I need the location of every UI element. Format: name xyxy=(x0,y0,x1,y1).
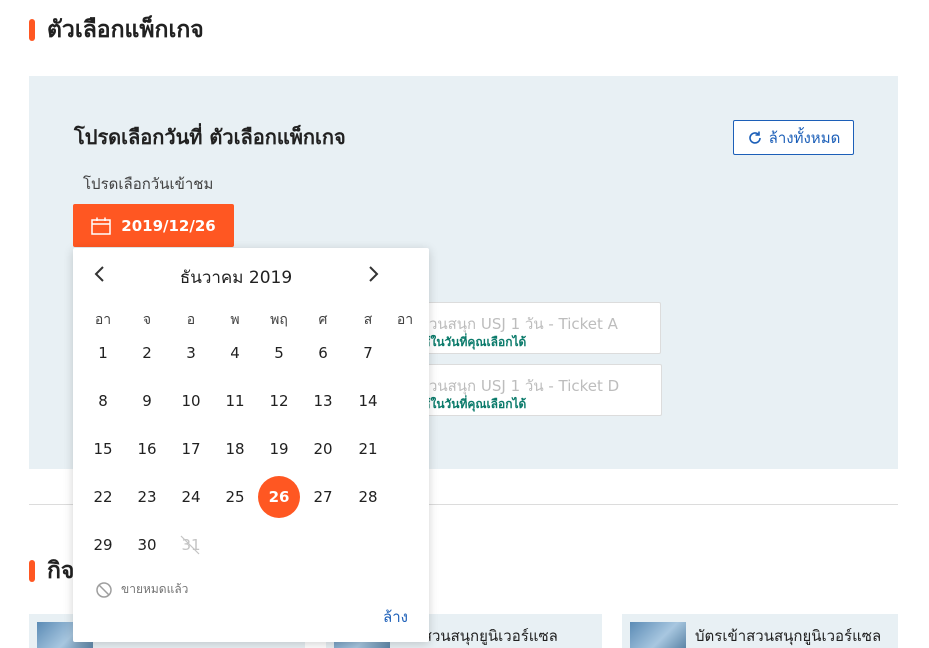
activities-section-title: กิจ xyxy=(29,553,74,589)
calendar-icon xyxy=(91,217,112,235)
panel-title: โปรดเลือกวันที่ ตัวเลือกแพ็กเกจ xyxy=(74,125,346,149)
weekday-label: อา xyxy=(396,312,414,328)
calendar-month-label: ธันวาคม 2019 xyxy=(179,268,293,288)
calendar-popup: ธันวาคม 2019 อาจอพพฤศสอา 1 2 3 4 5 6 7 8 9 10 11 12… xyxy=(73,248,429,642)
calendar-day-number: 5 xyxy=(274,344,284,362)
calendar-day-number: 14 xyxy=(358,392,378,410)
weekday-label: จ xyxy=(142,312,152,328)
activities-title-text: กิจ xyxy=(47,558,75,584)
soldout-icon xyxy=(96,581,112,598)
calendar-day[interactable]: 18 xyxy=(213,428,257,470)
weekday-label: ศ xyxy=(318,312,328,328)
calendar-day[interactable]: 9 xyxy=(125,380,169,422)
soldout-legend: ขายหมดแล้ว xyxy=(95,580,188,599)
calendar-day-number: 15 xyxy=(93,440,113,458)
calendar-day[interactable]: 19 xyxy=(257,428,301,470)
calendar-day[interactable]: 20 xyxy=(301,428,345,470)
date-picker-button[interactable]: 2019/12/26 xyxy=(73,204,234,247)
calendar-day-number: 27 xyxy=(313,488,333,506)
activity-card[interactable]: บัตรเข้าสวนสนุกยูนิเวอร์แซล xyxy=(622,614,898,648)
calendar-day[interactable]: 15 xyxy=(81,428,125,470)
calendar-day[interactable]: 27 xyxy=(301,476,345,518)
calendar-day-number: 12 xyxy=(269,392,289,410)
calendar-day-number: 16 xyxy=(137,440,157,458)
refresh-icon xyxy=(748,131,761,144)
calendar-day[interactable]: 17 xyxy=(169,428,213,470)
calendar-day-number: 2 xyxy=(142,344,152,362)
calendar-day-number: 28 xyxy=(358,488,378,506)
calendar-day[interactable]: 4 xyxy=(213,332,257,374)
section-title-text: ตัวเลือกแพ็กเกจ xyxy=(47,17,204,43)
calendar-day-number: 19 xyxy=(269,440,289,458)
calendar-day-number: 18 xyxy=(225,440,245,458)
calendar-day-selected[interactable]: 26 xyxy=(257,476,301,518)
calendar-day-number: 6 xyxy=(318,344,328,362)
calendar-day-number: 13 xyxy=(313,392,333,410)
calendar-day[interactable]: 22 xyxy=(81,476,125,518)
calendar-day[interactable]: 11 xyxy=(213,380,257,422)
weekday-label: อ xyxy=(186,312,196,328)
selected-date: 2019/12/26 xyxy=(121,216,216,235)
calendar-day-number: 20 xyxy=(313,440,333,458)
soldout-slash-icon xyxy=(180,535,200,555)
calendar-day[interactable]: 23 xyxy=(125,476,169,518)
section-title: ตัวเลือกแพ็กเกจ xyxy=(29,15,204,45)
date-label: โปรดเลือกวันเข้าชม xyxy=(83,175,214,193)
calendar-day-number: 23 xyxy=(137,488,157,506)
calendar-day[interactable]: 5 xyxy=(257,332,301,374)
calendar-day-number: 25 xyxy=(225,488,245,506)
chevron-right-icon[interactable] xyxy=(364,262,382,286)
calendar-day-number: 21 xyxy=(358,440,378,458)
title-accent-bar xyxy=(29,560,35,582)
title-accent-bar xyxy=(29,19,35,41)
calendar-day-number: 26 xyxy=(268,488,290,506)
weekday-label: พ xyxy=(230,312,240,328)
soldout-label: ขายหมดแล้ว xyxy=(121,582,189,596)
calendar-day[interactable]: 2 xyxy=(125,332,169,374)
activity-name: บัตรเข้าสวนสนุกยูนิเวอร์แซล xyxy=(695,627,882,645)
calendar-day[interactable]: 16 xyxy=(125,428,169,470)
calendar-day[interactable]: 13 xyxy=(301,380,345,422)
calendar-day[interactable]: 30 xyxy=(125,524,169,566)
calendar-day[interactable]: 10 xyxy=(169,380,213,422)
calendar-day-disabled: 31 xyxy=(169,524,213,566)
calendar-day-number: 17 xyxy=(181,440,201,458)
calendar-day-number: 4 xyxy=(230,344,240,362)
calendar-day-number: 1 xyxy=(98,344,108,362)
activity-thumbnail xyxy=(630,622,686,648)
calendar-day-number: 9 xyxy=(142,392,152,410)
weekday-label: อา xyxy=(94,312,112,328)
calendar-day[interactable]: 12 xyxy=(257,380,301,422)
calendar-day-number: 11 xyxy=(225,392,245,410)
weekday-label: พฤ xyxy=(270,312,288,328)
calendar-day[interactable]: 14 xyxy=(346,380,390,422)
clear-all-button[interactable]: ล้างทั้งหมด xyxy=(733,120,854,155)
calendar-clear-button[interactable]: ล้าง xyxy=(383,605,408,629)
calendar-day[interactable]: 1 xyxy=(81,332,125,374)
calendar-day[interactable]: 7 xyxy=(346,332,390,374)
package-option[interactable]: เข้าสวนสนุก USJ 1 วัน - Ticket D ารถใช้ใ… xyxy=(395,364,662,416)
calendar-day-number: 8 xyxy=(98,392,108,410)
calendar-day[interactable]: 6 xyxy=(301,332,345,374)
calendar-day[interactable]: 24 xyxy=(169,476,213,518)
calendar-day[interactable]: 8 xyxy=(81,380,125,422)
calendar-header: ธันวาคม 2019 xyxy=(73,262,429,288)
calendar-day[interactable]: 29 xyxy=(81,524,125,566)
calendar-day-number: 22 xyxy=(93,488,113,506)
calendar-day[interactable]: 25 xyxy=(213,476,257,518)
calendar-day-number: 29 xyxy=(93,536,113,554)
calendar-day[interactable]: 28 xyxy=(346,476,390,518)
calendar-day-number: 7 xyxy=(363,344,373,362)
calendar-day-number: 10 xyxy=(181,392,201,410)
clear-all-label: ล้างทั้งหมด xyxy=(768,128,841,147)
calendar-day-number: 30 xyxy=(137,536,157,554)
calendar-day[interactable]: 3 xyxy=(169,332,213,374)
package-option[interactable]: เข้าสวนสนุก USJ 1 วัน - Ticket A ารถใช้ใ… xyxy=(395,302,661,354)
calendar-day[interactable]: 21 xyxy=(346,428,390,470)
calendar-day-number: 24 xyxy=(181,488,201,506)
calendar-day-number: 3 xyxy=(186,344,196,362)
